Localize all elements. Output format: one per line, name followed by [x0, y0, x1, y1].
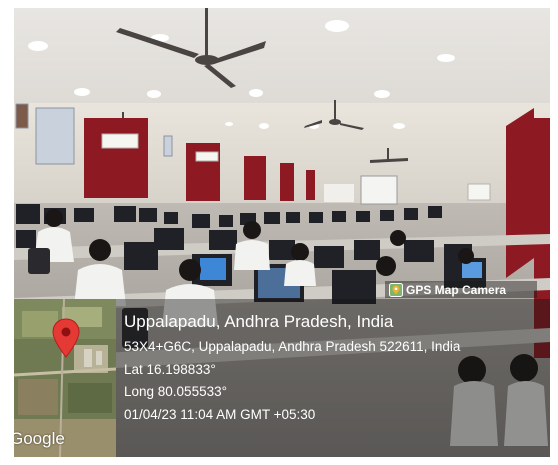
- map-pin-icon: [389, 282, 403, 297]
- location-details: Uppalapadu, Andhra Pradesh, India 53X4+G…: [124, 313, 460, 430]
- latitude-readout: Lat 16.198833°: [124, 361, 216, 377]
- location-address: 53X4+G6C, Uppalapadu, Andhra Pradesh 522…: [124, 339, 461, 354]
- gps-map-camera-badge: GPS Map Camera: [385, 281, 537, 298]
- photo-frame: GPS Map Camera Google Uppalapadu, Andhra…: [0, 0, 558, 465]
- map-thumbnail: Google: [14, 299, 116, 457]
- longitude-readout: Long 80.055533°: [124, 384, 227, 399]
- location-title: Uppalapadu, Andhra Pradesh, India: [124, 312, 394, 331]
- capture-timestamp: 01/04/23 11:04 AM GMT +05:30: [124, 406, 316, 422]
- location-info-panel: Google Uppalapadu, Andhra Pradesh, India…: [14, 299, 550, 457]
- google-map-attribution: Google: [14, 429, 65, 448]
- gps-badge-label: GPS Map Camera: [406, 282, 507, 297]
